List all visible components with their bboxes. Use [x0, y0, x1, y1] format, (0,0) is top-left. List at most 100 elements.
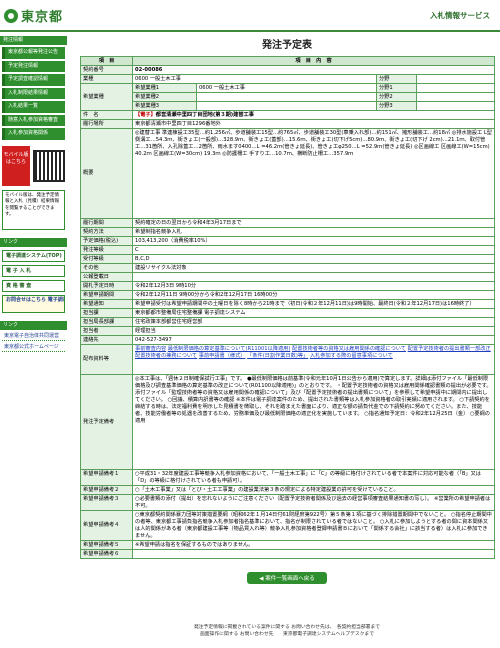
label-level: 発注等級	[80, 245, 133, 255]
sidebar-link-kyodo[interactable]: 東京電子自治体共同運営	[2, 332, 65, 341]
label-desired-1: 希望業種1	[132, 83, 197, 93]
logo-text: 東京都	[21, 10, 64, 25]
label-tel: 連絡先	[80, 335, 133, 345]
value-place: 東京都清瀬市中里四丁目1296番地外	[131, 119, 496, 129]
label-note-6: 希望申請備考６	[80, 549, 133, 559]
label-contract-no: 契約番号	[80, 65, 133, 75]
sidebar-heading-links: リンク	[0, 237, 67, 247]
label-name: 件 名	[80, 110, 133, 120]
sidebar-item-shikaku[interactable]: 入札参加資格関係	[2, 128, 65, 140]
sidebar-item-kekka[interactable]: 入札結果一覧	[2, 101, 65, 113]
label-branch-1: 分野1	[376, 83, 417, 93]
mobile-promo: モバイル版はこちら	[2, 145, 65, 186]
value-desired-2	[196, 92, 377, 102]
detail-table: 項 目 項 目 内 容 契約番号 02-00086 業種 0600 一般土木工事…	[80, 56, 496, 559]
value-contract-no: 02-00086	[131, 65, 496, 75]
value-note-6	[131, 549, 496, 559]
label-summary: 概要	[80, 128, 133, 219]
value-summary: ◎建替工事 準連棟設工35型…約1,256㎡、歩道舗装工15型…約765㎡、歩道…	[131, 128, 496, 219]
sidebar-heading-links-2: リンク	[0, 320, 67, 330]
label-desired-2: 希望業種2	[132, 92, 197, 102]
sidebar-item-seigen[interactable]: 入札制限結果情報	[2, 87, 65, 99]
label-period: 履行期間	[80, 218, 133, 228]
value-desired-1: 0600 一般土木工事	[196, 83, 377, 93]
label-grade: 受付等級	[80, 254, 133, 264]
value-notice	[131, 272, 496, 282]
value-apply: 令和2年12月11日 9時00分から令和2年12月17日 16時00分	[131, 290, 496, 300]
label-branch: 分野	[376, 74, 417, 84]
main-content: 発注予定表 項 目 項 目 内 容 契約番号 02-00086 業種 0600 …	[80, 36, 496, 584]
value-branch	[415, 74, 496, 84]
footer-line-1: 発注予定情報に掲載されている案件に関する お問い合わせ先は、 各契約担当部署まで	[193, 625, 381, 630]
label-note-2: 希望申請備考２	[80, 485, 133, 495]
label-person: 担当者	[80, 326, 133, 336]
mobile-note: モバイル版は、発注予定情報と入札（見積）結果情報を閲覧することができます。	[2, 189, 65, 230]
value-price: 103,413,200（消費税率10%）	[131, 236, 496, 246]
sidebar-button-denshi-nyusatsu[interactable]: 電 子 入 札	[2, 264, 65, 277]
value-note-2: ○「土木工事業」又は「とび・土工工事業」の建設業法第３条の規定による特定建設業の…	[131, 485, 496, 495]
value-tel: 042-527-3497	[131, 335, 496, 345]
doc-link-6[interactable]: 事前申請書（様式）	[199, 353, 246, 359]
label-price: 予定価格(税込)	[80, 236, 133, 246]
label-open: 開札予定日時	[80, 281, 133, 291]
project-name: 都営清瀬中里四丁目団地(第３期)建替工事	[155, 111, 254, 118]
sidebar-link-official[interactable]: 東京都公式ホームページ	[2, 343, 65, 352]
label-note-4: 希望申請備考４	[80, 510, 133, 541]
label-type: 業種	[80, 74, 133, 84]
sidebar: 発注情報 東京都公報等発注公告 予定発注情報 予定調査確認情報 入札制限結果情報…	[0, 36, 67, 648]
label-dept: 担当局長部課	[80, 317, 133, 327]
tokyo-emblem-icon	[4, 8, 18, 23]
doc-link-5[interactable]: 配置技術者の兼務について	[135, 353, 197, 359]
label-desired-3: 希望業種3	[132, 101, 197, 111]
sidebar-item-koho[interactable]: 東京都公報等発注公告	[2, 47, 65, 59]
back-to-list-button[interactable]: ◀ 案件一覧画面へ戻る	[247, 572, 327, 584]
sidebar-item-yotei[interactable]: 予定発注情報	[2, 60, 65, 72]
label-office: 担当課	[80, 308, 133, 318]
label-method: 契約方法	[80, 227, 133, 237]
mobile-button[interactable]: モバイル版はこちら	[2, 145, 30, 186]
doc-link-2[interactable]: 最低制限価格の算定基準について(R11001以降適用)	[168, 346, 291, 352]
value-note-3: ○必要書類の添付（提出）を忘れないようにご注意ください（配置予定技術者関係及び過…	[131, 494, 496, 511]
sidebar-button-shikaku-shinsa[interactable]: 資 格 審 査	[2, 279, 65, 292]
label-branch-2: 分野2	[376, 92, 417, 102]
value-open: 令和2年12月3日 9時10分	[131, 281, 496, 291]
label-other: その他	[80, 263, 133, 273]
label-apply: 希望申請期間	[80, 290, 133, 300]
label-announce: 希望通知	[80, 299, 133, 309]
sidebar-item-zuii[interactable]: 随意入札参加資格審査	[2, 114, 65, 126]
value-other: 建設リサイクル法対象	[131, 263, 496, 273]
site-header: 東京都 入札情報サービス	[0, 0, 500, 32]
value-name: 【電子】都営清瀬中里四丁目団地(第３期)建替工事	[131, 110, 496, 120]
tokyo-logo[interactable]: 東京都	[4, 6, 63, 25]
label-branch-3: 分野3	[376, 101, 417, 111]
value-docs: 事前審査内容 最低制限価格の算定基準について(R11001以降適用) 配置技術者…	[131, 344, 496, 375]
doc-link-4[interactable]: 配置予定技術者の提出書類一部改正	[408, 346, 491, 352]
footer: 発注予定情報に掲載されている案件に関する お問い合わせ先は、 各契約担当部署まで…	[80, 624, 494, 638]
label-note-3: 希望申請備考３	[80, 494, 133, 511]
value-dept: 住宅政策本部都営住宅経営部	[131, 317, 496, 327]
chatbot-button[interactable]: お問合せはこちら 電子調達チャットボット	[2, 294, 65, 313]
value-method: 希望制指名競争入札	[131, 227, 496, 237]
qr-code-icon	[33, 149, 65, 182]
footer-line-2: 画面操作に関する お問い合わせ先 東京都電子調達システムヘルプデスクまで	[199, 632, 375, 637]
doc-link-3[interactable]: 配置技術者等の資格又は雇用関係の確認について	[292, 346, 406, 352]
sidebar-button-system-top[interactable]: 電子調達システム(TOP)	[2, 249, 65, 262]
sidebar-item-chosa[interactable]: 予定調査確認情報	[2, 74, 65, 86]
value-condition: ◎本工事は、「週休２日制確保試行工事」です。 ●最低制限価格は前基準(令和元年1…	[131, 374, 496, 470]
column-header-item: 項 目	[80, 56, 133, 66]
value-office: 東京都都市整備局住宅整備課 電子調達システム	[131, 308, 496, 318]
value-desired-3	[196, 101, 377, 111]
page-title: 発注予定表	[262, 40, 312, 51]
column-header-content: 項 目 内 容	[131, 56, 496, 66]
label-desired-type: 希望業種	[80, 83, 133, 111]
value-note-1: ○平成31・32年度建設工事等競争入札参加資格において、「一般土木工事」に「C」…	[131, 469, 496, 486]
doc-link-1[interactable]: 事前審査内容	[135, 346, 166, 352]
label-docs: 配布資料等	[80, 344, 133, 375]
doc-link-8[interactable]: 入札参加する際の留意事項について	[310, 353, 393, 359]
label-notice: 公報登載日	[80, 272, 133, 282]
value-level: C	[131, 245, 496, 255]
electronic-tag: 【電子】	[135, 111, 156, 118]
sidebar-heading: 発注情報	[0, 36, 67, 45]
value-type: 0600 一般土木工事	[132, 74, 377, 84]
doc-link-7[interactable]: 「条件(日割作業日数)等」	[247, 353, 308, 359]
